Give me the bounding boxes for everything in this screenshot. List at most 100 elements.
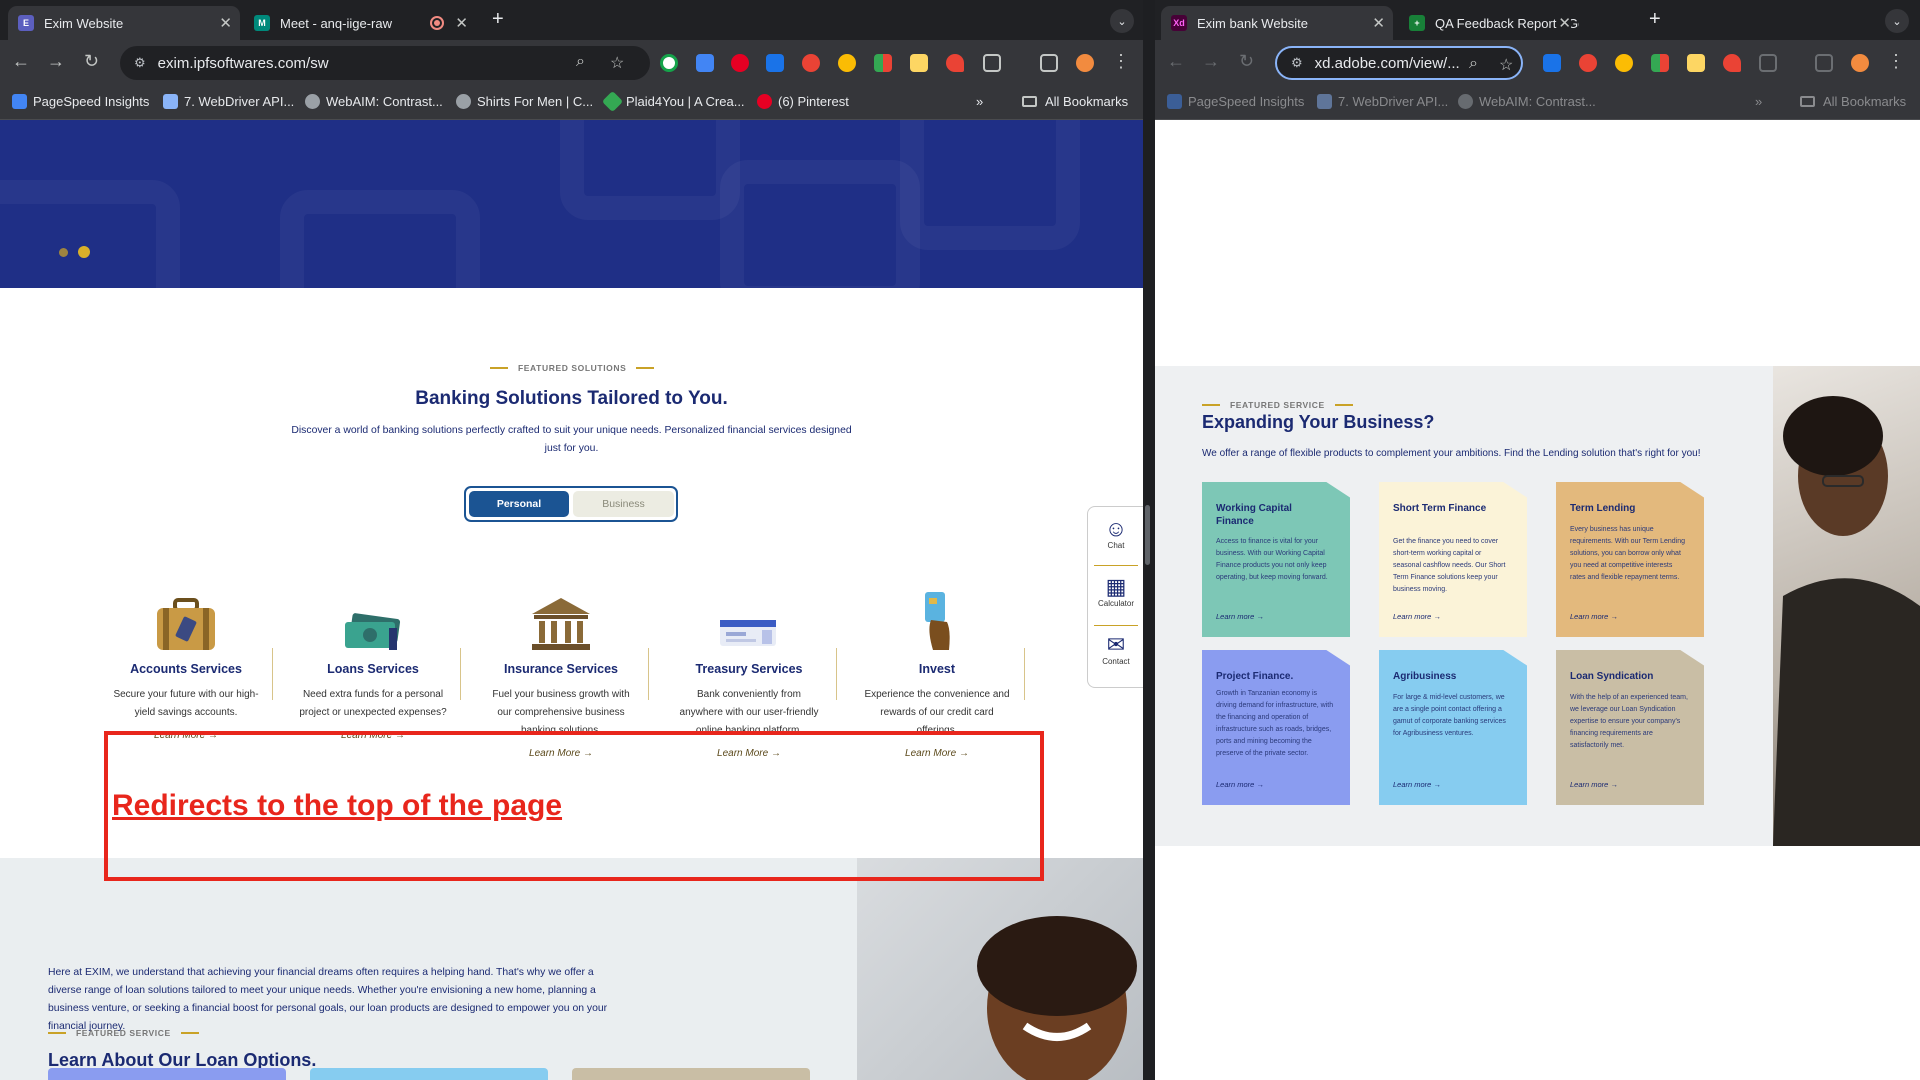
tab-qa-feedback[interactable]: + QA Feedback Report - Google ✕ (1399, 6, 1579, 40)
zoom-icon[interactable]: ⌕ (1469, 55, 1478, 73)
tab-exim-bank-website[interactable]: Xd Exim bank Website ✕ (1161, 6, 1393, 40)
learn-more-link[interactable]: Learn more → (1393, 612, 1441, 621)
menu-kebab-icon[interactable]: ⋮ (1887, 51, 1905, 71)
new-tab-icon[interactable]: + (1649, 8, 1661, 31)
bookmark-item[interactable]: WebAIM: Contrast... (1458, 94, 1596, 109)
service-card-loans: Loans Services Need extra funds for a pe… (279, 592, 467, 741)
xd-card-working-capital[interactable]: Working Capital Finance Access to financ… (1202, 482, 1350, 637)
pinterest-extension-icon[interactable] (731, 54, 749, 72)
menu-kebab-icon[interactable]: ⋮ (1112, 51, 1130, 71)
magnet-extension-icon[interactable] (1723, 54, 1741, 72)
loan-card-tab[interactable] (48, 1068, 286, 1080)
profile-avatar[interactable] (1076, 54, 1094, 72)
text-extension-icon[interactable] (910, 54, 928, 72)
magnet-extension-icon[interactable] (946, 54, 964, 72)
bookmark-item[interactable]: Plaid4You | A Crea... (601, 90, 745, 113)
service-card-accounts: Accounts Services Secure your future wit… (92, 592, 280, 741)
bookmark-label: WebAIM: Contrast... (1479, 94, 1596, 109)
learn-more-link[interactable]: Learn more → (1570, 780, 1618, 789)
address-bar[interactable]: ⚙ exim.ipfsoftwares.com/sw ⌕ ☆ (120, 46, 650, 80)
bookmark-item[interactable]: Shirts For Men | C... (456, 94, 593, 109)
close-tab-icon[interactable]: ✕ (219, 14, 232, 32)
bookmark-item[interactable]: PageSpeed Insights (12, 94, 149, 109)
business-toggle-button[interactable]: Business (573, 491, 674, 517)
palette-extension-icon[interactable] (874, 54, 892, 72)
reload-icon[interactable]: ↻ (84, 51, 99, 71)
site-info-icon[interactable]: ⚙ (134, 55, 146, 71)
bookmark-label: PageSpeed Insights (1188, 94, 1305, 109)
side-panel-icon[interactable] (1040, 54, 1058, 72)
bookmark-star-icon[interactable]: ☆ (1499, 55, 1513, 75)
url-text: xd.adobe.com/view/... (1314, 54, 1460, 72)
folder-icon (1022, 96, 1037, 107)
bookmark-item[interactable]: WebAIM: Contrast... (305, 94, 443, 109)
back-icon[interactable]: ← (12, 51, 30, 71)
bookmark-item[interactable]: PageSpeed Insights (1167, 94, 1304, 109)
service-title: Invest (918, 662, 956, 676)
color-extension-icon[interactable] (1615, 54, 1633, 72)
palette-extension-icon[interactable] (1651, 54, 1669, 72)
bookmark-item[interactable]: 7. WebDriver API... (1317, 94, 1448, 109)
zoom-icon[interactable]: ⌕ (576, 53, 585, 71)
tab-meet[interactable]: M Meet - anq-iige-raw ✕ (244, 6, 476, 40)
bookmark-star-icon[interactable]: ☆ (610, 53, 624, 73)
bookmark-item[interactable]: (6) Pinterest (757, 94, 849, 109)
more-bookmarks-icon[interactable]: » (976, 94, 983, 109)
docs-extension-icon[interactable] (696, 54, 714, 72)
forward-icon[interactable]: → (47, 51, 65, 71)
reload-icon[interactable]: ↻ (1239, 51, 1254, 71)
side-panel-icon[interactable] (1815, 54, 1833, 72)
stop-extension-icon[interactable] (802, 54, 820, 72)
card-title: Working Capital Finance (1216, 503, 1292, 527)
loan-card-tab[interactable] (572, 1068, 810, 1080)
credit-card-icon (843, 592, 1031, 652)
contact-button[interactable]: ✉ Contact (1088, 633, 1143, 667)
xd-card-term-lending[interactable]: Term Lending Every business has unique r… (1556, 482, 1704, 637)
carousel-dot[interactable] (59, 248, 68, 257)
tab-search-icon[interactable]: ⌄ (1885, 9, 1909, 33)
forward-icon[interactable]: → (1202, 51, 1220, 71)
chat-button[interactable]: ☺ Chat (1088, 517, 1143, 551)
close-tab-icon[interactable]: ✕ (455, 14, 468, 32)
xd-card-loan-syndication[interactable]: Loan Syndication With the help of an exp… (1556, 650, 1704, 805)
fi-extension-icon[interactable] (1543, 54, 1561, 72)
browser-window-right: Xd Exim bank Website ✕ + QA Feedback Rep… (1155, 0, 1920, 1080)
learn-more-link[interactable]: Learn more → (1216, 612, 1264, 621)
fi-extension-icon[interactable] (766, 54, 784, 72)
new-tab-icon[interactable]: + (492, 8, 504, 31)
extensions-puzzle-icon[interactable] (983, 54, 1001, 72)
tab-exim-website[interactable]: E Exim Website ✕ (8, 6, 240, 40)
card-description: Growth in Tanzanian economy is driving d… (1216, 690, 1334, 757)
tab-search-icon[interactable]: ⌄ (1110, 9, 1134, 33)
color-extension-icon[interactable] (838, 54, 856, 72)
service-title: Treasury Services (695, 662, 803, 676)
learn-more-link[interactable]: Learn more → (1216, 780, 1264, 789)
window-divider-handle[interactable] (1145, 505, 1150, 565)
calculator-button[interactable]: ▦ Calculator (1088, 574, 1143, 609)
service-title: Loans Services (327, 662, 419, 676)
xd-card-project-finance[interactable]: Project Finance. Growth in Tanzanian eco… (1202, 650, 1350, 805)
close-tab-icon[interactable]: ✕ (1558, 14, 1571, 32)
grammarly-extension-icon[interactable] (660, 54, 678, 72)
all-bookmarks[interactable]: All Bookmarks (1022, 94, 1128, 109)
calculator-icon: ▦ (1105, 574, 1127, 599)
stop-extension-icon[interactable] (1579, 54, 1597, 72)
back-icon[interactable]: ← (1167, 51, 1185, 71)
xd-card-agribusiness[interactable]: Agribusiness For large & mid-level custo… (1379, 650, 1527, 805)
bookmark-item[interactable]: 7. WebDriver API... (163, 94, 294, 109)
profile-avatar[interactable] (1851, 54, 1869, 72)
text-extension-icon[interactable] (1687, 54, 1705, 72)
more-bookmarks-icon[interactable]: » (1755, 94, 1762, 109)
extensions-puzzle-icon[interactable] (1759, 54, 1777, 72)
record-icon (430, 16, 444, 30)
learn-more-link[interactable]: Learn more → (1570, 612, 1618, 621)
close-tab-icon[interactable]: ✕ (1372, 14, 1385, 32)
personal-toggle-button[interactable]: Personal (469, 491, 569, 517)
address-bar[interactable]: ⚙ xd.adobe.com/view/... ⌕ ☆ (1275, 46, 1523, 80)
all-bookmarks[interactable]: All Bookmarks (1800, 94, 1906, 109)
loan-card-tab[interactable] (310, 1068, 548, 1080)
learn-more-link[interactable]: Learn more → (1393, 780, 1441, 789)
site-info-icon[interactable]: ⚙ (1291, 55, 1303, 71)
carousel-dot-active[interactable] (78, 246, 90, 258)
xd-card-short-term[interactable]: Short Term Finance Get the finance you n… (1379, 482, 1527, 637)
